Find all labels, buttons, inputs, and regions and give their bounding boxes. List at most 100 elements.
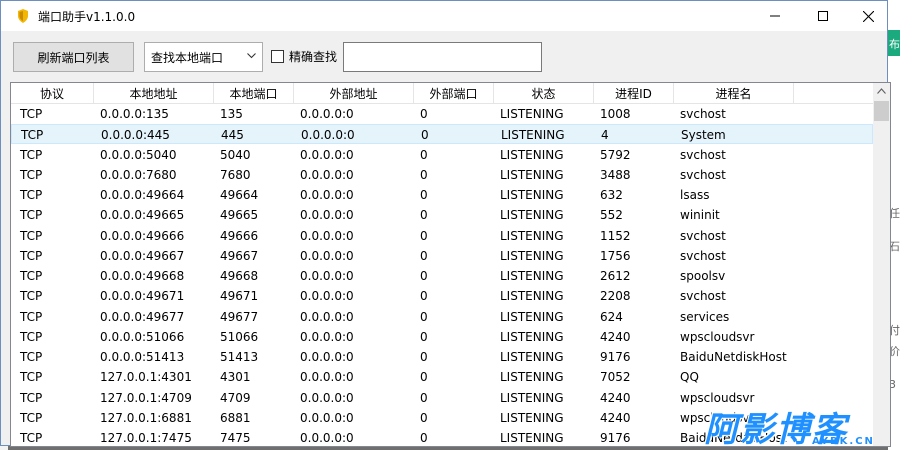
cell-local-addr: 0.0.0.0:49664 bbox=[100, 188, 185, 202]
cell-local-addr: 127.0.0.1:4709 bbox=[100, 390, 192, 405]
table-row[interactable]: TCP 0.0.0.0:49671 49671 0.0.0.0:0 0 LISTENING… bbox=[11, 286, 873, 306]
cell-local-addr: 0.0.0.0:49671 bbox=[100, 289, 185, 304]
column-header-local-address[interactable]: 本地地址 bbox=[94, 83, 214, 104]
cell-remote-port: 0 bbox=[420, 390, 428, 405]
cell-state: LISTENING bbox=[500, 107, 564, 121]
cell-pid: 4 bbox=[601, 128, 609, 143]
cell-remote-port: 0 bbox=[421, 128, 429, 143]
column-header-local-port[interactable]: 本地端口 bbox=[214, 83, 294, 104]
exact-search-checkbox[interactable] bbox=[271, 50, 284, 63]
cell-proto: TCP bbox=[20, 107, 43, 121]
cell-pid: 7052 bbox=[600, 370, 631, 385]
cell-remote-port: 0 bbox=[420, 208, 428, 223]
table-row[interactable]: TCP 0.0.0.0:51413 51413 0.0.0.0:0 0 LISTENING… bbox=[11, 347, 873, 367]
title-bar[interactable]: 端口助手v1.1.0.0 bbox=[1, 1, 887, 31]
cell-proto: TCP bbox=[20, 208, 43, 223]
cell-state: LISTENING bbox=[500, 269, 564, 283]
column-header-remote-port[interactable]: 外部端口 bbox=[414, 83, 494, 104]
close-icon bbox=[862, 10, 874, 22]
cell-local-port: 445 bbox=[221, 128, 244, 143]
maximize-button[interactable] bbox=[801, 1, 845, 31]
column-header-process-name[interactable]: 进程名 bbox=[674, 83, 794, 104]
column-header-remote-address[interactable]: 外部地址 bbox=[294, 83, 414, 104]
cell-remote-port: 0 bbox=[420, 370, 428, 385]
cell-state: LISTENING bbox=[500, 350, 564, 364]
cell-state: LISTENING bbox=[500, 188, 564, 202]
table-row[interactable]: TCP 0.0.0.0:445 445 0.0.0.0:0 0 LISTENING 4 Sys… bbox=[11, 124, 873, 145]
cell-local-port: 4301 bbox=[220, 370, 251, 385]
cell-remote-port: 0 bbox=[420, 248, 428, 263]
column-header-protocol[interactable]: 协议 bbox=[11, 83, 94, 104]
cell-remote-port: 0 bbox=[420, 147, 428, 162]
cell-name: svchost bbox=[680, 107, 726, 121]
cell-name: BaiduNetdiskHost bbox=[680, 350, 787, 364]
cell-pid: 9176 bbox=[600, 431, 631, 445]
search-mode-select[interactable]: 查找本地端口 bbox=[144, 42, 263, 72]
cell-state: LISTENING bbox=[500, 410, 564, 425]
cell-proto: TCP bbox=[20, 167, 43, 182]
cell-pid: 624 bbox=[600, 309, 623, 324]
cell-local-addr: 0.0.0.0:49677 bbox=[100, 309, 185, 324]
cell-local-port: 7680 bbox=[220, 167, 251, 182]
cell-local-addr: 0.0.0.0:49667 bbox=[100, 248, 185, 263]
cell-local-addr: 127.0.0.1:6881 bbox=[100, 410, 192, 425]
minimize-button[interactable] bbox=[753, 1, 797, 31]
table-row[interactable]: TCP 0.0.0.0:135 135 0.0.0.0:0 0 LISTENING 1008… bbox=[11, 104, 873, 124]
cell-proto: TCP bbox=[20, 370, 43, 385]
table-row[interactable]: TCP 0.0.0.0:7680 7680 0.0.0.0:0 0 LISTENING 34… bbox=[11, 165, 873, 185]
watermark-logo: 阿影博客 AYBK.CN bbox=[704, 402, 896, 450]
table-row[interactable]: TCP 0.0.0.0:49664 49664 0.0.0.0:0 0 LISTENING… bbox=[11, 185, 873, 205]
scrollbar-thumb[interactable] bbox=[874, 101, 889, 121]
cell-proto: TCP bbox=[20, 350, 43, 364]
cell-pid: 9176 bbox=[600, 350, 631, 364]
cell-remote-port: 0 bbox=[420, 228, 428, 243]
cell-name: spoolsv bbox=[680, 269, 726, 283]
close-button[interactable] bbox=[846, 1, 890, 31]
table-row[interactable]: TCP 0.0.0.0:49665 49665 0.0.0.0:0 0 LISTENING… bbox=[11, 205, 873, 225]
chevron-up-icon[interactable] bbox=[877, 88, 886, 94]
table-row[interactable]: TCP 0.0.0.0:49677 49677 0.0.0.0:0 0 LISTENING… bbox=[11, 307, 873, 327]
table-row[interactable]: TCP 127.0.0.1:4301 4301 0.0.0.0:0 0 LISTENING… bbox=[11, 367, 873, 387]
cell-remote-addr: 0.0.0.0:0 bbox=[300, 228, 354, 243]
cell-local-port: 4709 bbox=[220, 390, 251, 405]
cell-name: svchost bbox=[680, 167, 726, 182]
cell-local-port: 7475 bbox=[220, 431, 251, 445]
cell-pid: 2208 bbox=[600, 289, 631, 304]
cell-local-port: 51066 bbox=[220, 329, 259, 344]
cell-local-addr: 0.0.0.0:49666 bbox=[100, 228, 185, 243]
cell-pid: 4240 bbox=[600, 329, 631, 344]
table-row[interactable]: TCP 0.0.0.0:5040 5040 0.0.0.0:0 0 LISTENING 57… bbox=[11, 145, 873, 165]
cell-proto: TCP bbox=[20, 248, 43, 263]
cell-local-addr: 0.0.0.0:135 bbox=[100, 107, 169, 121]
cell-local-addr: 0.0.0.0:51413 bbox=[100, 350, 185, 364]
column-header-pid[interactable]: 进程ID bbox=[594, 83, 674, 104]
cell-pid: 1756 bbox=[600, 248, 631, 263]
minimize-icon bbox=[770, 15, 780, 17]
cell-state: LISTENING bbox=[500, 228, 564, 243]
table-row[interactable]: TCP 0.0.0.0:49666 49666 0.0.0.0:0 0 LISTENING… bbox=[11, 226, 873, 246]
table-row[interactable]: TCP 0.0.0.0:51066 51066 0.0.0.0:0 0 LISTENING… bbox=[11, 327, 873, 347]
cell-remote-port: 0 bbox=[420, 350, 428, 364]
cell-remote-port: 0 bbox=[420, 410, 428, 425]
cell-proto: TCP bbox=[20, 147, 43, 162]
watermark-domain: AYBK.CN bbox=[812, 436, 875, 447]
refresh-port-list-button[interactable]: 刷新端口列表 bbox=[13, 42, 134, 72]
cell-state: LISTENING bbox=[500, 431, 564, 445]
cell-proto: TCP bbox=[20, 228, 43, 243]
window-title: 端口助手v1.1.0.0 bbox=[38, 10, 136, 24]
cell-state: LISTENING bbox=[500, 208, 564, 223]
cell-name: svchost bbox=[680, 147, 726, 162]
cell-remote-port: 0 bbox=[420, 188, 428, 202]
port-list[interactable]: 协议 本地地址 本地端口 外部地址 外部端口 状态 进程ID 进程名 TCP 0.… bbox=[10, 82, 891, 447]
cell-state: LISTENING bbox=[500, 248, 564, 263]
table-row[interactable]: TCP 0.0.0.0:49668 49668 0.0.0.0:0 0 LISTENING… bbox=[11, 266, 873, 286]
search-mode-value: 查找本地端口 bbox=[151, 50, 224, 65]
cell-local-addr: 127.0.0.1:7475 bbox=[100, 431, 192, 445]
cell-name: System bbox=[681, 128, 726, 143]
desktop: 端 能 布 任 石 付 价 3 端口助手v1.1.0.0 刷新 bbox=[0, 0, 900, 450]
cell-state: LISTENING bbox=[500, 289, 564, 304]
column-header-state[interactable]: 状态 bbox=[494, 83, 594, 104]
table-row[interactable]: TCP 0.0.0.0:49667 49667 0.0.0.0:0 0 LISTENING… bbox=[11, 246, 873, 266]
vertical-scrollbar[interactable] bbox=[873, 83, 890, 446]
search-input[interactable] bbox=[343, 42, 542, 72]
